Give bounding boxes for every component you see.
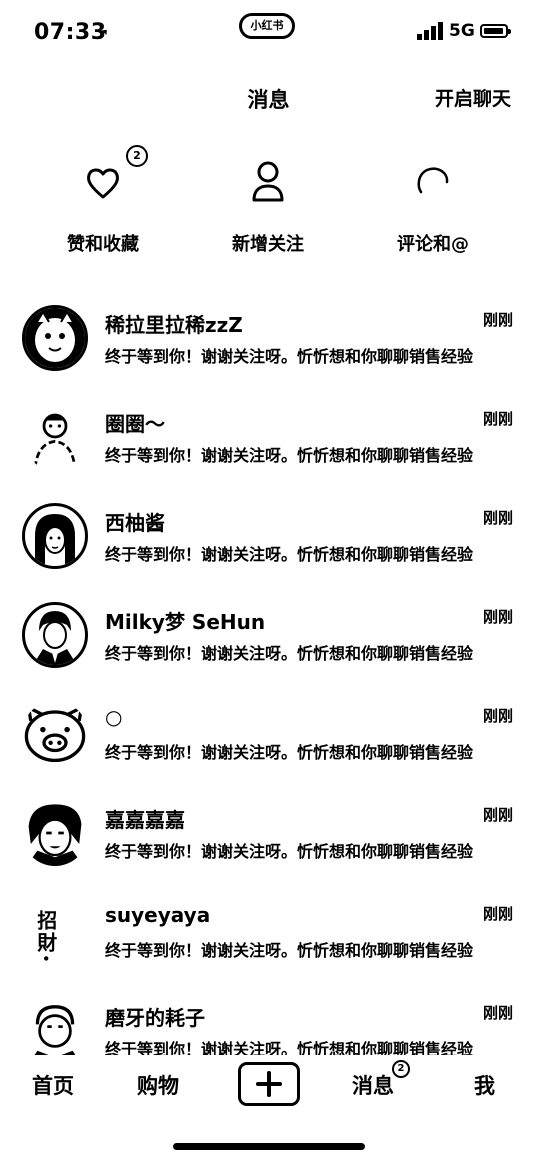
- message-preview: 终于等到你！谢谢关注呀。忻忻想和你聊聊销售经验: [105, 743, 474, 762]
- contact-name: ○: [105, 705, 123, 729]
- comments-mentions-entry[interactable]: 评论和@: [358, 150, 508, 256]
- message-time: 刚刚: [482, 608, 513, 626]
- avatar[interactable]: [22, 800, 88, 866]
- location-arrow-icon: ➚: [96, 24, 110, 43]
- app-pill: 小红书: [239, 13, 295, 39]
- network-label: 5G: [449, 21, 475, 41]
- comments-mentions-label: 评论和@: [397, 234, 469, 255]
- new-followers-label: 新增关注: [232, 234, 304, 255]
- message-time: 刚刚: [482, 509, 513, 527]
- avatar[interactable]: [22, 701, 88, 767]
- avatar[interactable]: [22, 602, 88, 668]
- message-row[interactable]: 嘉嘉嘉嘉 刚刚 终于等到你！谢谢关注呀。忻忻想和你聊聊销售经验: [0, 790, 537, 889]
- contact-name: 西柚酱: [105, 511, 165, 535]
- message-time: 刚刚: [482, 410, 513, 428]
- person-icon: [252, 161, 284, 202]
- start-chat-button[interactable]: 开启聊天: [435, 84, 511, 111]
- message-list[interactable]: 稀拉里拉稀zzZ 刚刚 终于等到你！谢谢关注呀。忻忻想和你聊聊销售经验 圈圈～ …: [0, 295, 537, 1055]
- contact-name: 嘉嘉嘉嘉: [105, 808, 185, 832]
- message-preview: 终于等到你！谢谢关注呀。忻忻想和你聊聊销售经验: [105, 1040, 474, 1055]
- status-bar: 07:33 ➚ 小红书 5G: [0, 0, 537, 70]
- message-row[interactable]: 磨牙的耗子 刚刚 终于等到你！谢谢关注呀。忻忻想和你聊聊销售经验: [0, 988, 537, 1055]
- tab-home[interactable]: 首页: [32, 1070, 74, 1100]
- message-preview: 终于等到你！谢谢关注呀。忻忻想和你聊聊销售经验: [105, 941, 474, 960]
- message-row[interactable]: Milky梦 SeHun 刚刚 终于等到你！谢谢关注呀。忻忻想和你聊聊销售经验: [0, 592, 537, 691]
- comment-icon: [417, 167, 449, 194]
- message-time: 刚刚: [482, 311, 513, 329]
- tab-me[interactable]: 我: [474, 1070, 495, 1100]
- tab-shop[interactable]: 购物: [137, 1070, 179, 1100]
- messages-tab-badge: 2: [392, 1060, 410, 1078]
- likes-badge: 2: [126, 145, 148, 167]
- message-row[interactable]: 西柚酱 刚刚 终于等到你！谢谢关注呀。忻忻想和你聊聊销售经验: [0, 493, 537, 592]
- svg-text:財: 財: [36, 932, 57, 955]
- message-row[interactable]: 圈圈～ 刚刚 终于等到你！谢谢关注呀。忻忻想和你聊聊销售经验: [0, 394, 537, 493]
- message-preview: 终于等到你！谢谢关注呀。忻忻想和你聊聊销售经验: [105, 347, 474, 366]
- avatar[interactable]: [22, 998, 88, 1055]
- avatar[interactable]: [22, 503, 88, 569]
- heart-icon: [87, 168, 119, 199]
- plus-icon: [256, 1071, 282, 1097]
- avatar[interactable]: 招 財: [22, 899, 88, 965]
- message-preview: 终于等到你！谢谢关注呀。忻忻想和你聊聊销售经验: [105, 545, 474, 564]
- avatar[interactable]: [22, 404, 88, 470]
- signal-icon: [417, 22, 443, 40]
- message-row[interactable]: 招 財 suyeyaya 刚刚 终于等到你！谢谢关注呀。忻忻想和你聊聊销售经验: [0, 889, 537, 988]
- svg-text:招: 招: [37, 910, 57, 933]
- contact-name: suyeyaya: [105, 903, 211, 927]
- contact-name: 磨牙的耗子: [105, 1006, 205, 1030]
- publish-button[interactable]: [238, 1062, 300, 1106]
- message-preview: 终于等到你！谢谢关注呀。忻忻想和你聊聊销售经验: [105, 644, 474, 663]
- likes-collects-entry[interactable]: 2 赞和收藏: [28, 145, 178, 256]
- message-preview: 终于等到你！谢谢关注呀。忻忻想和你聊聊销售经验: [105, 446, 474, 465]
- message-time: 刚刚: [482, 806, 513, 824]
- contact-name: 圈圈～: [105, 412, 165, 436]
- avatar[interactable]: [22, 305, 88, 371]
- message-time: 刚刚: [482, 707, 513, 725]
- home-indicator: [173, 1143, 365, 1150]
- message-time: 刚刚: [482, 1004, 513, 1022]
- contact-name: 稀拉里拉稀zzZ: [105, 313, 243, 337]
- message-row[interactable]: 稀拉里拉稀zzZ 刚刚 终于等到你！谢谢关注呀。忻忻想和你聊聊销售经验: [0, 295, 537, 394]
- new-followers-entry[interactable]: 新增关注: [193, 150, 343, 256]
- likes-collects-label: 赞和收藏: [67, 234, 139, 255]
- message-time: 刚刚: [482, 905, 513, 923]
- tab-bar: 首页 购物 消息 2 我: [0, 1058, 537, 1114]
- battery-icon: [480, 24, 511, 38]
- message-row[interactable]: ○ 刚刚 终于等到你！谢谢关注呀。忻忻想和你聊聊销售经验: [0, 691, 537, 790]
- tab-messages[interactable]: 消息: [352, 1070, 394, 1100]
- contact-name: Milky梦 SeHun: [105, 610, 266, 634]
- message-preview: 终于等到你！谢谢关注呀。忻忻想和你聊聊销售经验: [105, 842, 474, 861]
